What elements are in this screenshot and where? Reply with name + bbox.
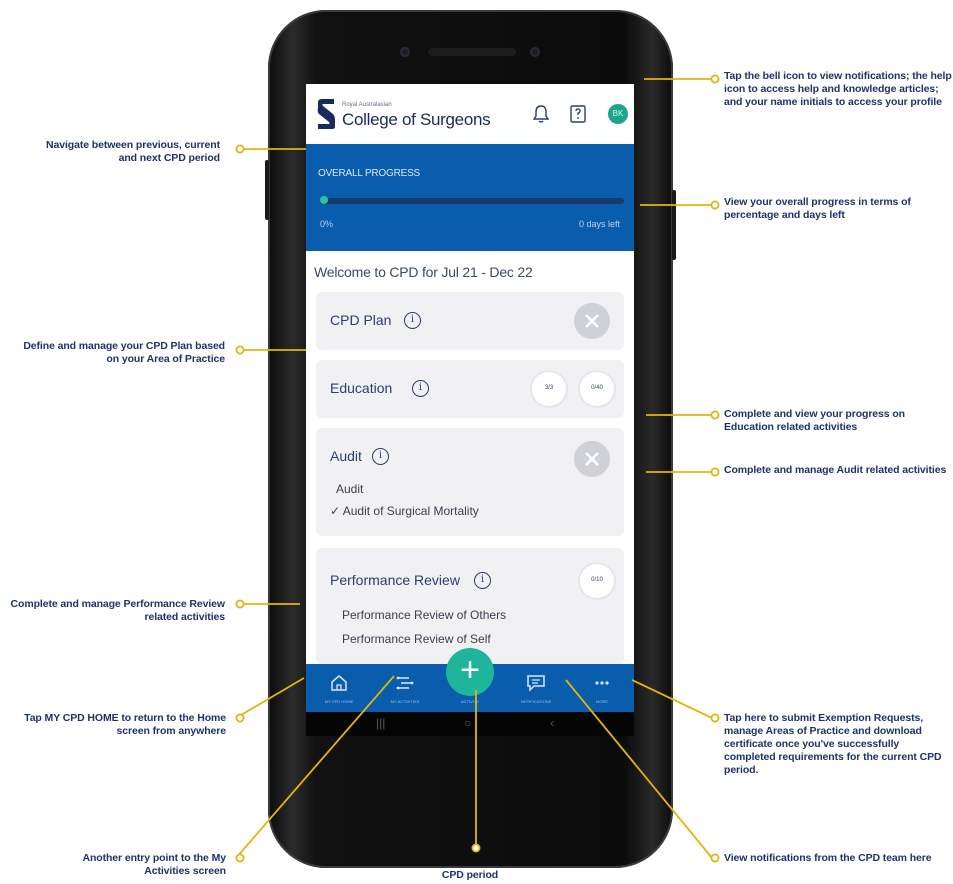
info-icon[interactable]: i: [474, 572, 491, 589]
performance-review-progress-ring: 0/10: [578, 562, 616, 600]
note-performance-review: Complete and manage Performance Review r…: [10, 598, 226, 623]
nav-notifications[interactable]: NOTIFICATIONS: [502, 664, 570, 712]
performance-review-title: Performance Review: [330, 572, 460, 588]
performance-review-item[interactable]: Performance Review of Others: [342, 608, 506, 622]
note-overall-progress: View your overall progress in terms of p…: [724, 196, 911, 221]
recent-apps-icon[interactable]: |||: [376, 716, 385, 730]
app-header: Royal Australasian College of Surgeons B…: [306, 84, 634, 144]
note-education-progress: Complete and view your progress on Educa…: [724, 408, 905, 433]
cpd-plan-title: CPD Plan: [330, 312, 392, 328]
more-icon: [595, 681, 609, 685]
education-card[interactable]: Education i 3/3 0/40: [316, 360, 624, 418]
nav-label: MY ACTIVITIES: [390, 699, 420, 704]
add-activity-button[interactable]: +: [446, 648, 494, 696]
logo-subtitle: Royal Australasian: [342, 102, 392, 108]
progress-track: [320, 198, 624, 204]
note-notifications: View notifications from the CPD team her…: [724, 852, 932, 864]
welcome-period-title[interactable]: Welcome to CPD for Jul 21 - Dec 22: [314, 264, 533, 280]
progress-label: OVERALL PROGRESS: [318, 168, 421, 179]
info-icon[interactable]: i: [372, 448, 389, 465]
progress-days-left: 0 days left: [578, 219, 620, 229]
bell-icon[interactable]: [531, 104, 551, 124]
help-icon[interactable]: [568, 104, 588, 124]
note-bell-help-profile: Tap the bell icon to view notifications;…: [724, 70, 952, 108]
speaker-grille: [428, 48, 516, 56]
home-icon: [331, 675, 347, 691]
note-more-menu: Tap here to submit Exemption Requests, m…: [724, 712, 942, 776]
note-define-plan: Define and manage your CPD Plan based on…: [23, 340, 225, 365]
infographic: Navigate between previous, current and n…: [0, 0, 953, 884]
sensor-icon: [530, 47, 540, 57]
note-activities-entry: Another entry point to the My Activities…: [82, 852, 226, 877]
audit-title: Audit: [330, 448, 362, 464]
education-progress-ring-2: 0/40: [578, 370, 616, 408]
note-cpd-home: Tap MY CPD HOME to return to the Home sc…: [24, 712, 226, 737]
nav-label: MORE: [596, 699, 608, 704]
nav-label: MY CPD HOME: [324, 699, 354, 704]
nav-more[interactable]: MORE: [570, 664, 634, 712]
college-logo-icon: [317, 99, 335, 129]
close-icon: [574, 441, 610, 477]
progress-indicator: [320, 196, 328, 204]
performance-review-card[interactable]: Performance Review i 0/10 Performance Re…: [316, 548, 624, 664]
cpd-plan-card[interactable]: CPD Plan i: [316, 292, 624, 350]
system-nav-bar: ||| ○ ‹: [306, 712, 634, 736]
education-progress-ring-1: 3/3: [530, 370, 568, 408]
audit-item[interactable]: ✓ Audit of Surgical Mortality: [330, 504, 479, 518]
back-icon[interactable]: ‹: [550, 716, 554, 730]
home-system-icon[interactable]: ○: [464, 716, 471, 730]
volume-button: [265, 160, 269, 220]
note-navigate-period: Navigate between previous, current and n…: [46, 139, 220, 164]
chat-icon: [527, 675, 545, 692]
nav-label: NOTIFICATIONS: [520, 699, 552, 704]
performance-review-item[interactable]: Performance Review of Self: [342, 632, 491, 646]
info-icon[interactable]: i: [404, 312, 421, 329]
audit-card[interactable]: Audit i Audit ✓ Audit of Surgical Mortal…: [316, 428, 624, 536]
info-icon[interactable]: i: [412, 380, 429, 397]
activities-icon: [396, 676, 414, 690]
cpd-content: CPD Plan i Education i 3/3 0/40 Audit i …: [306, 284, 634, 664]
overall-progress-panel[interactable]: OVERALL PROGRESS 0% 0 days left: [306, 144, 634, 251]
nav-my-activities[interactable]: MY ACTIVITIES: [372, 664, 438, 712]
education-title: Education: [330, 380, 393, 396]
progress-percent: 0%: [320, 219, 334, 229]
nav-my-cpd-home[interactable]: MY CPD HOME: [306, 664, 372, 712]
phone-frame: Royal Australasian College of Surgeons B…: [265, 10, 676, 868]
profile-avatar[interactable]: BK: [608, 104, 628, 124]
app-screen: Royal Australasian College of Surgeons B…: [306, 84, 634, 736]
audit-item[interactable]: Audit: [336, 482, 363, 496]
nav-label: ACTIVITY: [460, 699, 480, 704]
note-audit-manage: Complete and manage Audit related activi…: [724, 464, 947, 476]
close-icon: [574, 303, 610, 339]
logo-title: College of Surgeons: [342, 110, 491, 129]
front-camera-icon: [400, 47, 410, 57]
power-button: [672, 190, 676, 260]
